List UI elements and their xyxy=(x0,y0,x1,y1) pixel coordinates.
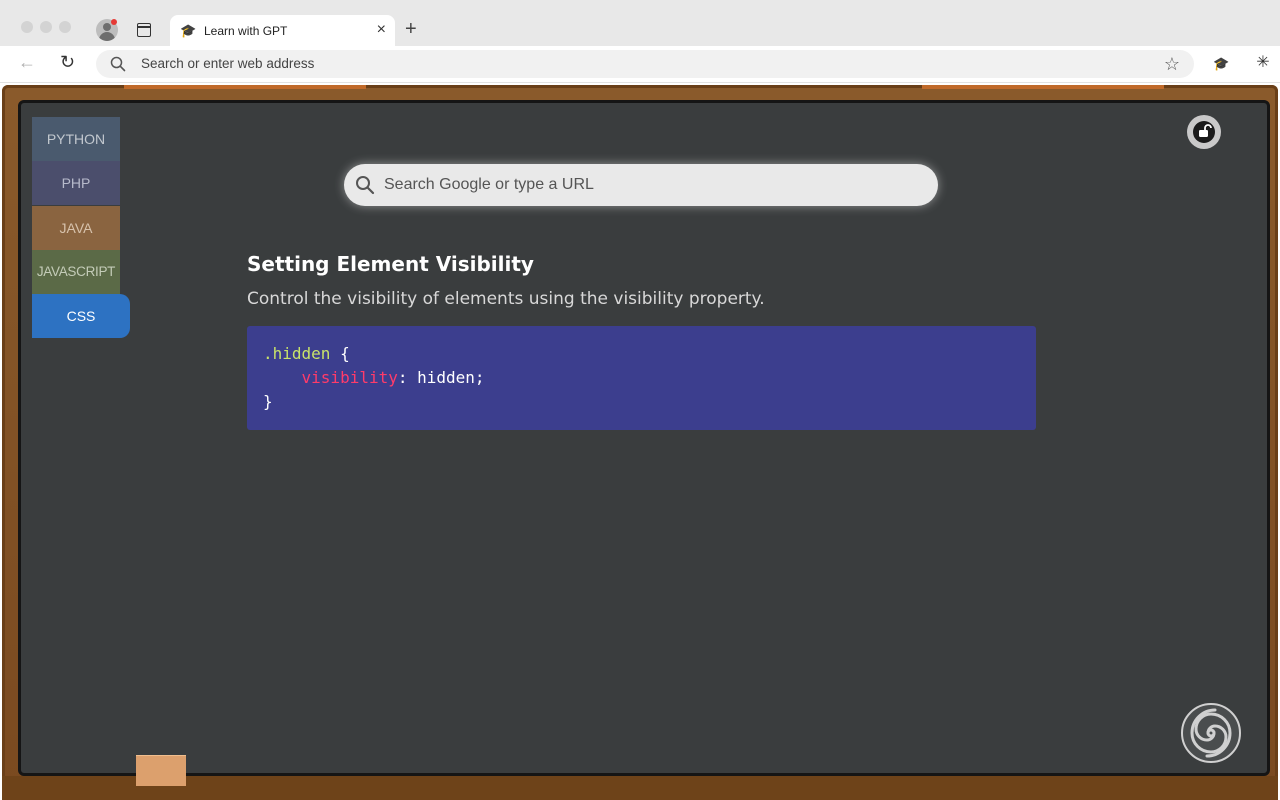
search-input[interactable] xyxy=(384,172,924,198)
unlock-icon xyxy=(1193,121,1215,143)
eraser[interactable] xyxy=(136,755,186,786)
lesson-title: Setting Element Visibility xyxy=(247,252,534,276)
code-open-brace: { xyxy=(330,344,350,363)
chalk-ledge xyxy=(2,776,1278,800)
bookmark-star-icon[interactable]: ☆ xyxy=(1164,53,1180,75)
close-tab-icon[interactable]: × xyxy=(377,21,386,39)
search-bar[interactable] xyxy=(344,164,938,206)
gpt-extension-icon[interactable]: 🎓 xyxy=(1213,56,1229,72)
graduation-cap-icon: 🎓 xyxy=(180,23,197,38)
browser-toolbar: ← ↻ Search or enter web address ☆ 🎓 ✳ xyxy=(0,46,1280,83)
extensions-icon[interactable]: ✳ xyxy=(1254,54,1272,72)
code-line: visibility: hidden; xyxy=(263,366,485,390)
close-window-button[interactable] xyxy=(21,21,33,33)
frame-accent xyxy=(124,85,366,89)
tab-css[interactable]: CSS xyxy=(32,294,130,338)
tab-title: Learn with GPT xyxy=(204,24,288,38)
tab-java[interactable]: JAVA xyxy=(32,206,120,250)
frame-accent xyxy=(922,85,1164,89)
code-value: : hidden; xyxy=(397,368,485,387)
notification-dot-icon xyxy=(111,19,117,25)
code-block: .hidden { visibility: hidden; } xyxy=(247,326,1036,430)
browser-tab[interactable]: 🎓 Learn with GPT × xyxy=(170,15,395,47)
back-arrow-icon[interactable]: ← xyxy=(18,52,36,72)
address-placeholder: Search or enter web address xyxy=(141,56,315,71)
lesson-description: Control the visibility of elements using… xyxy=(247,289,765,309)
address-bar[interactable]: Search or enter web address ☆ xyxy=(96,50,1194,78)
tab-javascript[interactable]: JAVASCRIPT xyxy=(32,250,120,294)
browser-tab-bar: 🎓 Learn with GPT × + xyxy=(0,0,1280,47)
spiral-logo-icon[interactable] xyxy=(1180,702,1242,764)
search-icon xyxy=(356,176,375,195)
code-line: .hidden { xyxy=(263,342,350,366)
code-selector: .hidden xyxy=(263,344,331,363)
tab-overview-icon[interactable] xyxy=(137,23,151,37)
search-icon xyxy=(110,56,126,72)
tab-python[interactable]: PYTHON xyxy=(32,117,120,161)
zoom-window-button[interactable] xyxy=(59,21,71,33)
code-close-brace: } xyxy=(263,392,273,411)
minimize-window-button[interactable] xyxy=(40,21,52,33)
tab-php[interactable]: PHP xyxy=(32,161,120,205)
code-line: } xyxy=(263,390,273,414)
lock-toggle-button[interactable] xyxy=(1187,115,1221,149)
new-tab-button[interactable]: + xyxy=(405,18,417,40)
reload-icon[interactable]: ↻ xyxy=(60,52,75,72)
code-property: visibility xyxy=(301,368,398,387)
